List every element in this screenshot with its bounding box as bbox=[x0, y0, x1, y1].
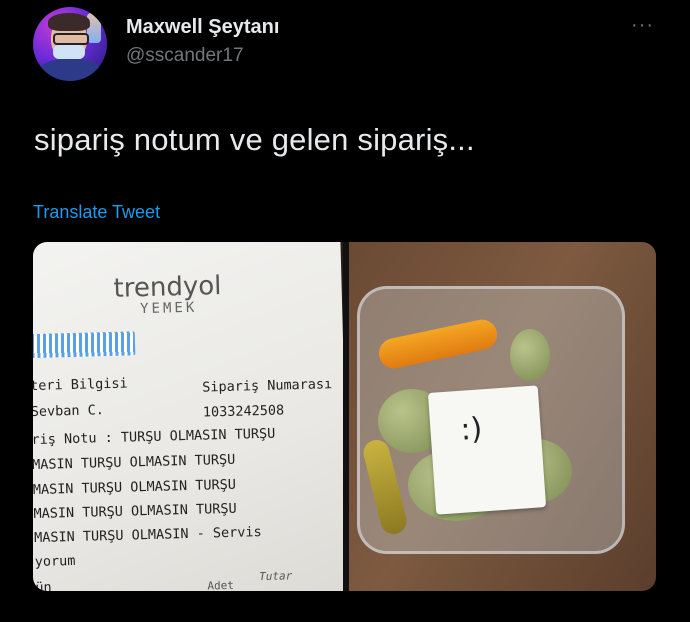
receipt-line: riş Notu : TURŞU OLMASIN TURŞU bbox=[33, 425, 276, 449]
avatar-shirt bbox=[39, 59, 101, 81]
plastic-container: :) bbox=[357, 286, 625, 554]
receipt-line: yorum bbox=[34, 552, 76, 571]
green-pepper bbox=[360, 437, 410, 537]
receipt-order-label: Sipariş Numarası bbox=[201, 376, 333, 396]
translate-tweet-link[interactable]: Translate Tweet bbox=[33, 202, 160, 223]
receipt-paper: trendyol YEMEK teri Bilgisi Sipariş Numa… bbox=[33, 242, 343, 591]
receipt-line: Sevban C. bbox=[33, 402, 105, 421]
avatar[interactable] bbox=[33, 7, 107, 81]
receipt-col-tutar: Tutar bbox=[259, 569, 293, 584]
avatar-glasses bbox=[53, 33, 89, 45]
pickle bbox=[510, 329, 550, 381]
receipt-line: MASIN TURŞU OLMASIN - Servis bbox=[33, 524, 262, 547]
receipt-brand: trendyol bbox=[113, 271, 222, 304]
avatar-light bbox=[87, 13, 101, 43]
tweet-text: sipariş notum ve gelen sipariş... bbox=[34, 122, 475, 157]
receipt-line: MASIN TURŞU OLMASIN TURŞU bbox=[33, 500, 237, 523]
author-display-name[interactable]: Maxwell Şeytanı bbox=[126, 16, 279, 39]
receipt-line: MASIN TURŞU OLMASIN TURŞU bbox=[33, 451, 236, 474]
receipt-brand-sub: YEMEK bbox=[139, 299, 198, 318]
receipt-line: MASIN TURŞU OLMASIN TURŞU bbox=[33, 476, 237, 499]
receipt-line: ün bbox=[35, 579, 52, 591]
avatar-hair bbox=[48, 13, 90, 31]
receipt-order-number: 1033242508 bbox=[202, 402, 285, 421]
avatar-mask bbox=[53, 45, 85, 59]
receipt-photo[interactable]: trendyol YEMEK teri Bilgisi Sipariş Numa… bbox=[33, 242, 343, 591]
receipt-line: teri Bilgisi bbox=[33, 375, 128, 395]
author-handle[interactable]: @sscander17 bbox=[126, 45, 244, 67]
more-options-icon[interactable]: ··· bbox=[631, 14, 654, 37]
receipt-redacted-bar bbox=[33, 331, 136, 359]
tweet-media[interactable]: trendyol YEMEK teri Bilgisi Sipariş Numa… bbox=[33, 242, 656, 591]
receipt-col-adet: Adet bbox=[207, 578, 235, 591]
smiley-note-card: :) bbox=[427, 385, 547, 515]
orange-pepper bbox=[376, 316, 500, 372]
pickle-box-photo[interactable]: :) bbox=[349, 242, 656, 591]
smiley-drawing: :) bbox=[459, 411, 484, 448]
